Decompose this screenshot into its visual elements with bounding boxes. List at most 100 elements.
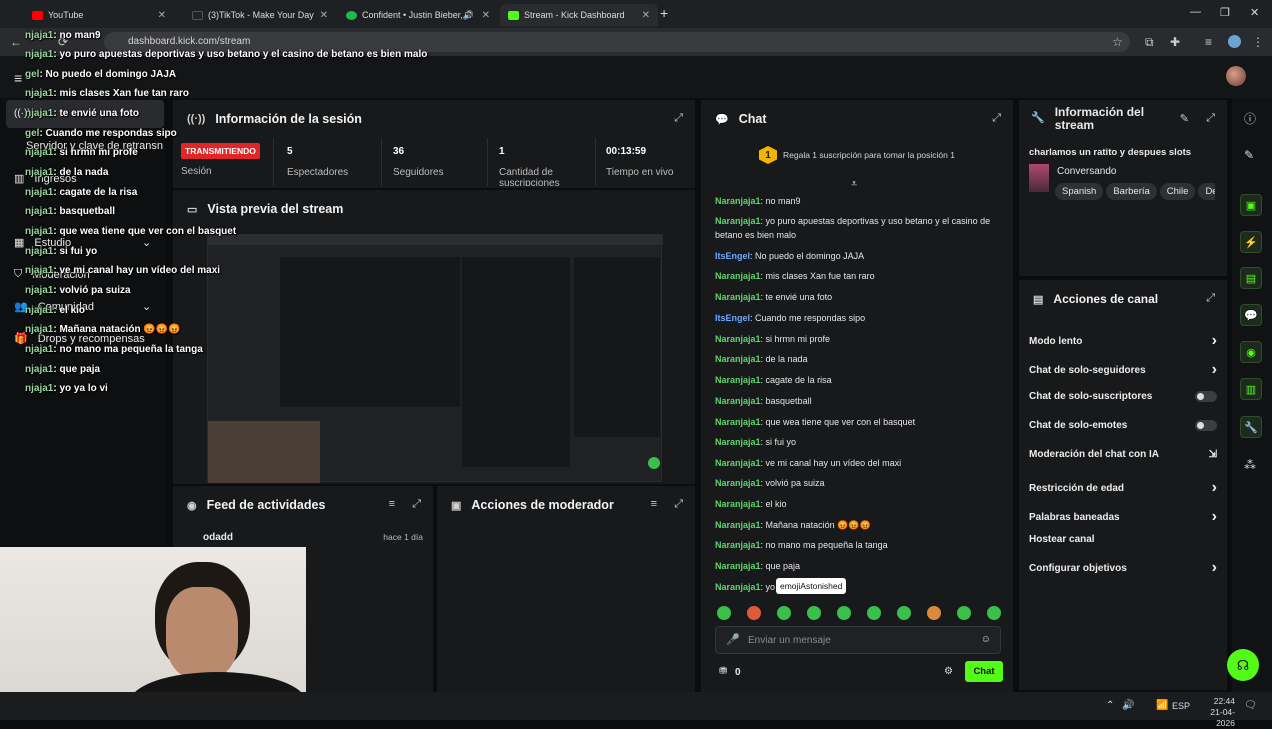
tab-spotify[interactable]: Confident • Justin Bieber, C 🔊 ✕ <box>338 4 498 26</box>
channel-action-item[interactable]: Chat de solo-emotes <box>1029 420 1217 431</box>
close-icon[interactable]: ✕ <box>482 10 490 21</box>
notification-icon[interactable]: 🗨 <box>1244 700 1257 711</box>
emote-icon[interactable] <box>897 606 911 620</box>
channel-action-item[interactable]: Restricción de edad › <box>1029 479 1217 497</box>
volume-icon[interactable]: 🔊 <box>1122 700 1134 711</box>
tab-youtube[interactable]: YouTube ✕ <box>24 4 174 26</box>
expand-icon[interactable]: ⤢ <box>1206 112 1215 125</box>
microphone-icon[interactable]: 🎤 <box>726 633 740 646</box>
chat-username[interactable]: Naranjaja1 <box>715 520 761 530</box>
channel-action-item[interactable]: Palabras baneadas › <box>1029 508 1217 526</box>
emote-icon[interactable] <box>747 606 761 620</box>
chat-username[interactable]: Naranjaja1 <box>715 292 761 302</box>
emote-icon[interactable] <box>777 606 791 620</box>
filter-icon[interactable]: ≡ <box>389 498 395 510</box>
stream-preview-video[interactable] <box>207 234 663 483</box>
chat-username[interactable]: Naranjaja1 <box>715 478 761 488</box>
back-icon[interactable]: ← <box>10 35 22 49</box>
rail-broadcast-icon[interactable]: ◉ <box>1240 341 1262 363</box>
external-link-icon[interactable]: ⇲ <box>1209 449 1217 460</box>
chat-username[interactable]: Naranjaja1 <box>715 437 761 447</box>
edit-pencil-icon[interactable]: ✎ <box>1180 112 1189 125</box>
channel-action-item[interactable]: Chat de solo-suscriptores <box>1029 391 1217 402</box>
chat-username[interactable]: ItsEngel <box>715 313 750 323</box>
network-icon[interactable]: 📶 <box>1156 700 1168 711</box>
new-tab-button[interactable]: + <box>660 5 668 21</box>
emote-icon[interactable] <box>987 606 1001 620</box>
speaker-icon[interactable]: 🔊 <box>463 10 474 21</box>
close-icon[interactable]: ✕ <box>320 10 328 21</box>
channel-action-item[interactable]: Modo lento › <box>1029 332 1217 350</box>
chat-username[interactable]: Naranjaja1 <box>715 196 761 206</box>
channel-action-item[interactable]: Configurar objetivos › <box>1029 559 1217 577</box>
channel-action-item[interactable]: Hostear canal <box>1029 534 1217 545</box>
chat-username[interactable]: Naranjaja1 <box>715 396 761 406</box>
rail-server-icon[interactable]: ▥ <box>1240 378 1262 400</box>
chat-username[interactable]: Naranjaja1 <box>715 271 761 281</box>
chevron-right-icon[interactable]: › <box>1212 479 1217 497</box>
rail-camera-icon[interactable]: ▣ <box>1240 194 1262 216</box>
expand-icon[interactable]: ⤢ <box>1206 292 1215 305</box>
chat-username[interactable]: Naranjaja1 <box>715 216 761 226</box>
expand-icon[interactable]: ⤢ <box>674 498 683 511</box>
language-indicator[interactable]: ESP <box>1172 701 1190 711</box>
user-avatar[interactable] <box>1226 66 1246 86</box>
maximize-icon[interactable]: ❐ <box>1220 6 1230 19</box>
info-icon[interactable]: ⓘ <box>1244 110 1256 127</box>
rail-lightning-icon[interactable]: ⚡ <box>1240 231 1262 253</box>
pinned-toggle-icon[interactable]: ⩡ <box>851 178 857 191</box>
rail-wrench-icon[interactable]: 🔧 <box>1240 416 1262 438</box>
toggle-switch[interactable] <box>1195 420 1217 431</box>
hamburger-icon[interactable]: ≡ <box>14 70 22 86</box>
chat-username[interactable]: Naranjaja1 <box>715 417 761 427</box>
close-icon[interactable]: ✕ <box>158 10 166 21</box>
emote-icon[interactable] <box>867 606 881 620</box>
clock[interactable]: 22:44 21-04-2026 <box>1193 696 1235 729</box>
chat-username[interactable]: Naranjaja1 <box>715 561 761 571</box>
toggle-switch[interactable] <box>1195 391 1217 402</box>
settings-gear-icon[interactable]: ⚙ <box>944 666 953 677</box>
gift-sub-banner[interactable]: 1 Regala 1 suscripción para tomar la pos… <box>759 146 955 164</box>
chevron-right-icon[interactable]: › <box>1212 559 1217 577</box>
emote-icon[interactable] <box>927 606 941 620</box>
chat-username[interactable]: Naranjaja1 <box>715 540 761 550</box>
close-icon[interactable]: ✕ <box>642 10 650 21</box>
channel-action-item[interactable]: Moderación del chat con IA ⇲ <box>1029 449 1217 460</box>
emote-icon[interactable] <box>807 606 821 620</box>
emote-icon[interactable] <box>837 606 851 620</box>
emoji-picker-icon[interactable]: ☺ <box>981 634 991 645</box>
tray-up-icon[interactable]: ⌃ <box>1106 700 1114 711</box>
expand-icon[interactable]: ⤢ <box>412 498 421 511</box>
chat-input[interactable]: 🎤 Enviar un mensaje ☺ <box>715 626 1001 654</box>
chevron-right-icon[interactable]: › <box>1212 332 1217 350</box>
chat-username[interactable]: Naranjaja1 <box>715 582 761 592</box>
chat-username[interactable]: Naranjaja1 <box>715 334 761 344</box>
channel-action-item[interactable]: Chat de solo-seguidores › <box>1029 361 1217 379</box>
minimize-icon[interactable]: — <box>1190 6 1201 18</box>
chat-username[interactable]: Naranjaja1 <box>715 375 761 385</box>
chevron-right-icon[interactable]: › <box>1212 361 1217 379</box>
window-close-icon[interactable]: ✕ <box>1250 6 1259 19</box>
rail-document-icon[interactable]: ▤ <box>1240 267 1262 289</box>
filter-icon[interactable]: ≡ <box>651 498 657 510</box>
media-icon[interactable]: ≡ <box>1205 35 1212 49</box>
expand-icon[interactable]: ⤢ <box>992 112 1001 125</box>
emote-icon[interactable] <box>717 606 731 620</box>
rail-chat-icon[interactable]: 💬 <box>1240 304 1262 326</box>
support-headset-icon[interactable]: ☊ <box>1227 649 1259 681</box>
chevron-right-icon[interactable]: › <box>1212 508 1217 526</box>
extension-icon[interactable]: ⧉ <box>1145 35 1154 50</box>
edit-pencil-icon[interactable]: ✎ <box>1244 148 1254 162</box>
send-chat-button[interactable]: Chat <box>965 661 1003 682</box>
apps-icon[interactable]: ⁂ <box>1244 458 1256 472</box>
chat-username[interactable]: Naranjaja1 <box>715 499 761 509</box>
chat-username[interactable]: Naranjaja1 <box>715 458 761 468</box>
puzzle-icon[interactable]: ✚ <box>1170 35 1180 49</box>
menu-dots-icon[interactable]: ⋮ <box>1252 35 1264 49</box>
bookmark-star-icon[interactable]: ☆ <box>1112 35 1123 49</box>
tab-tiktok[interactable]: (3)TikTok - Make Your Day ✕ <box>184 4 336 26</box>
tab-kick[interactable]: Stream - Kick Dashboard ✕ <box>500 4 658 26</box>
chat-username[interactable]: ItsEngel <box>715 251 750 261</box>
chat-username[interactable]: Naranjaja1 <box>715 354 761 364</box>
profile-avatar[interactable] <box>1228 35 1241 48</box>
